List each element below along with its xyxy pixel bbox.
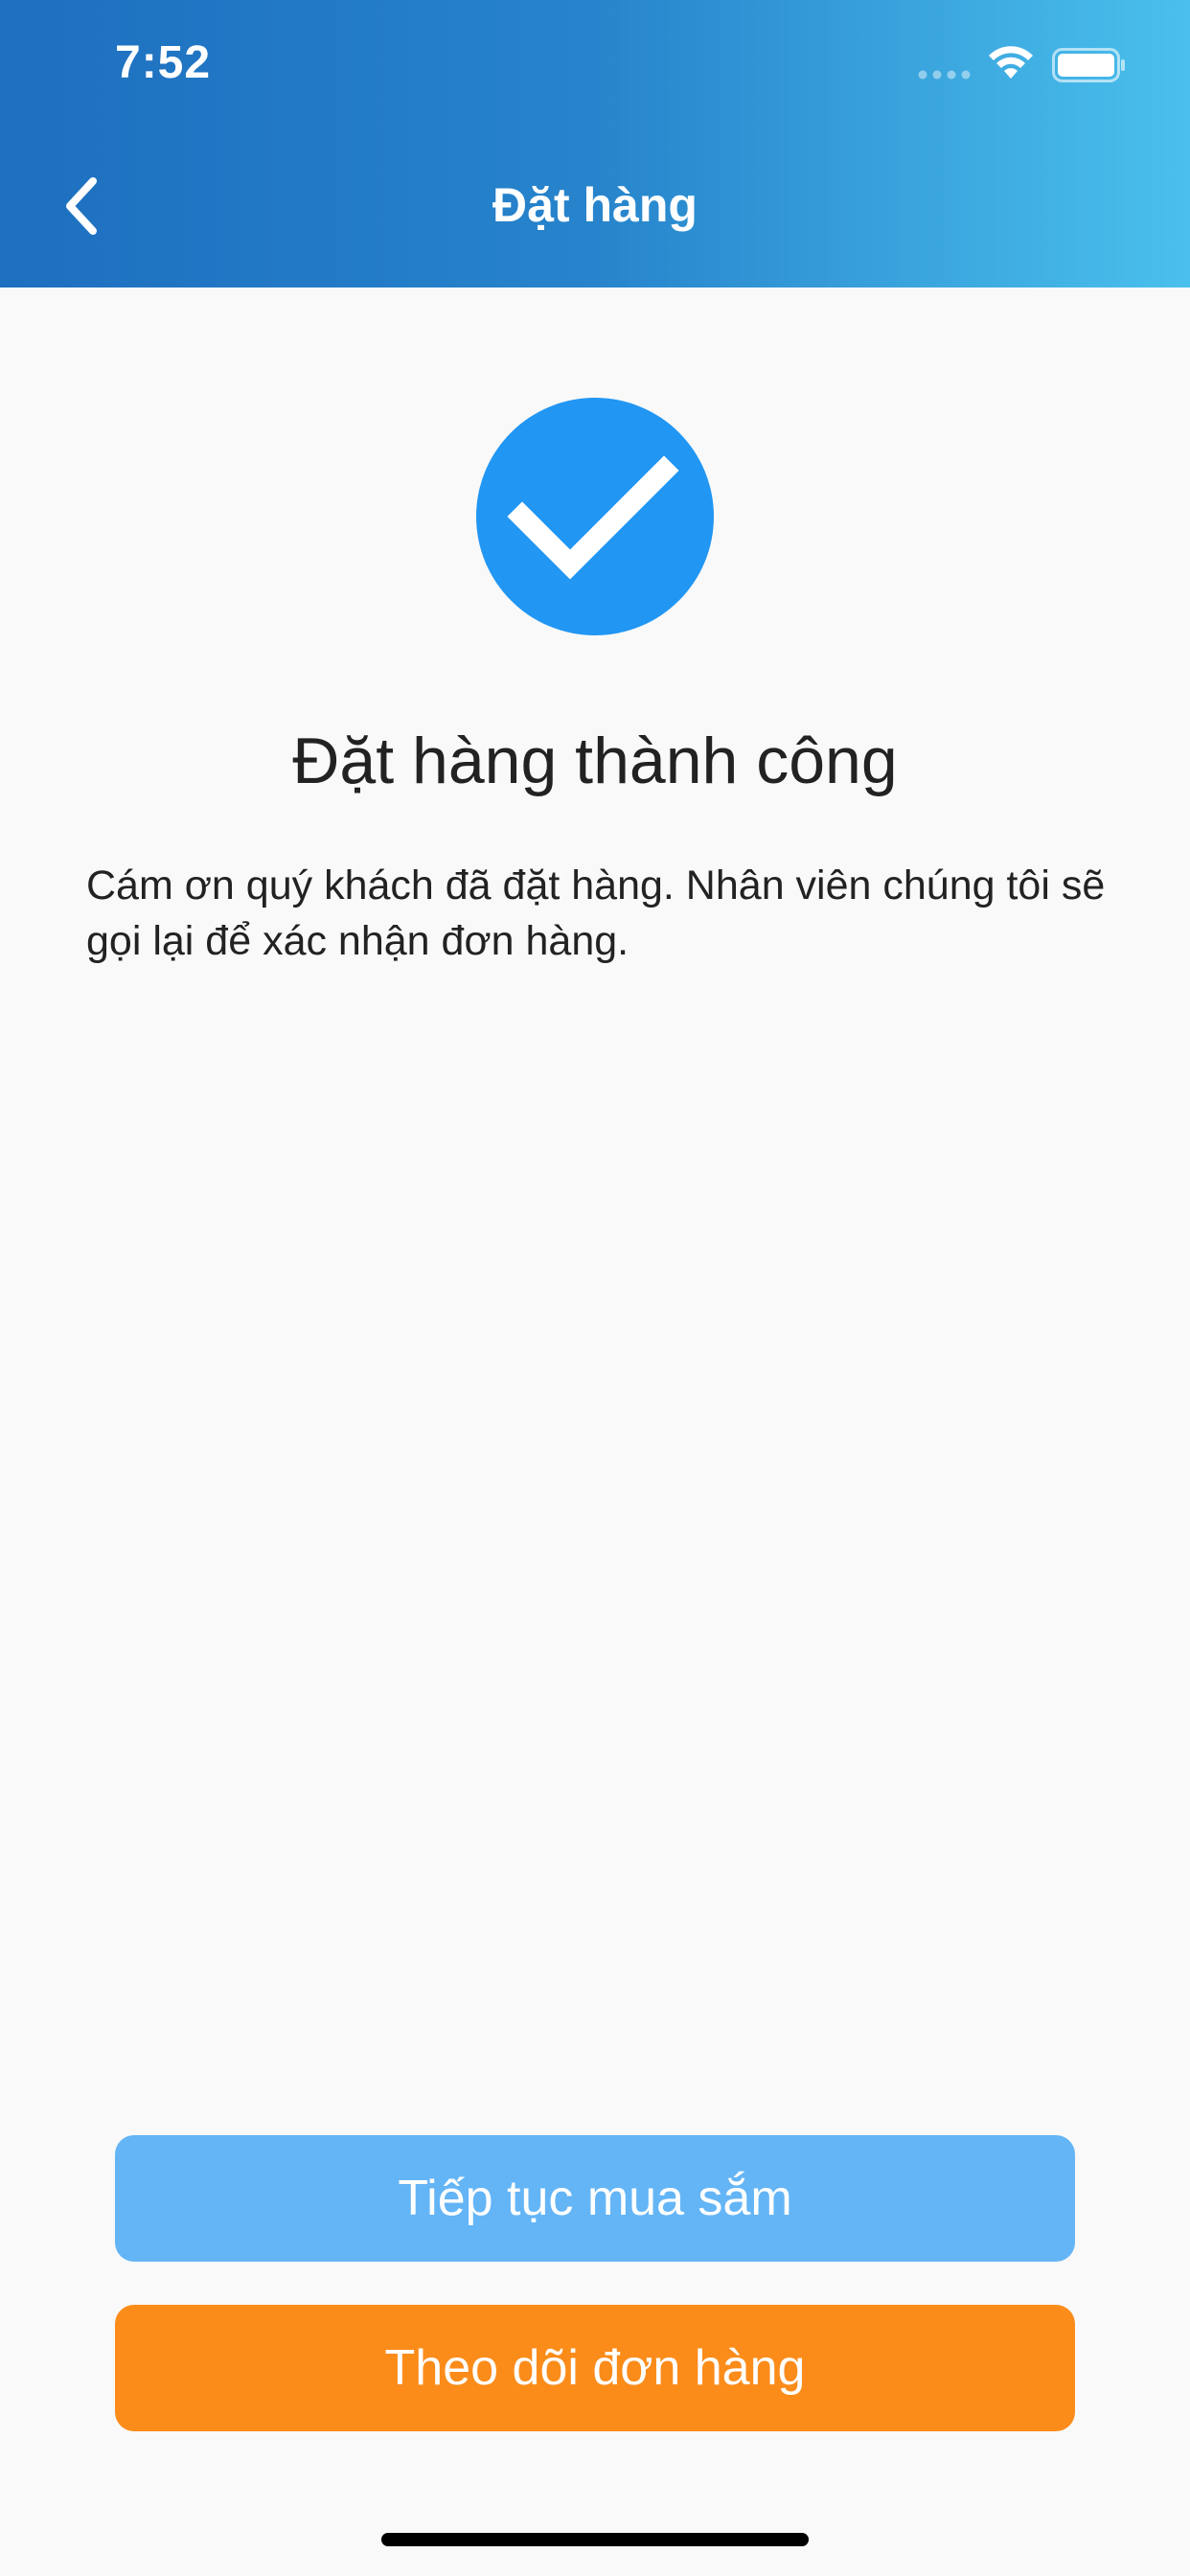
- success-message: Cám ơn quý khách đã đặt hàng. Nhân viên …: [86, 862, 1106, 964]
- status-time: 7:52: [115, 37, 212, 88]
- continue-shopping-button[interactable]: Tiếp tục mua sắm: [115, 2135, 1075, 2262]
- page-title: Đặt hàng: [492, 178, 698, 232]
- header-bar: 7:52 Đặt hàng: [0, 0, 1190, 288]
- home-indicator[interactable]: [381, 2533, 809, 2546]
- checkmark-circle-icon: [476, 398, 714, 635]
- success-title: Đặt hàng thành công: [292, 724, 898, 797]
- order-success-screen: 7:52 Đặt hàng Đặt hàng thành công Cám ơn…: [0, 0, 1190, 2576]
- wifi-icon: [989, 46, 1033, 79]
- cellular-signal-icon: [918, 70, 971, 80]
- battery-icon: [1052, 48, 1125, 82]
- track-order-button[interactable]: Theo dõi đơn hàng: [115, 2305, 1075, 2431]
